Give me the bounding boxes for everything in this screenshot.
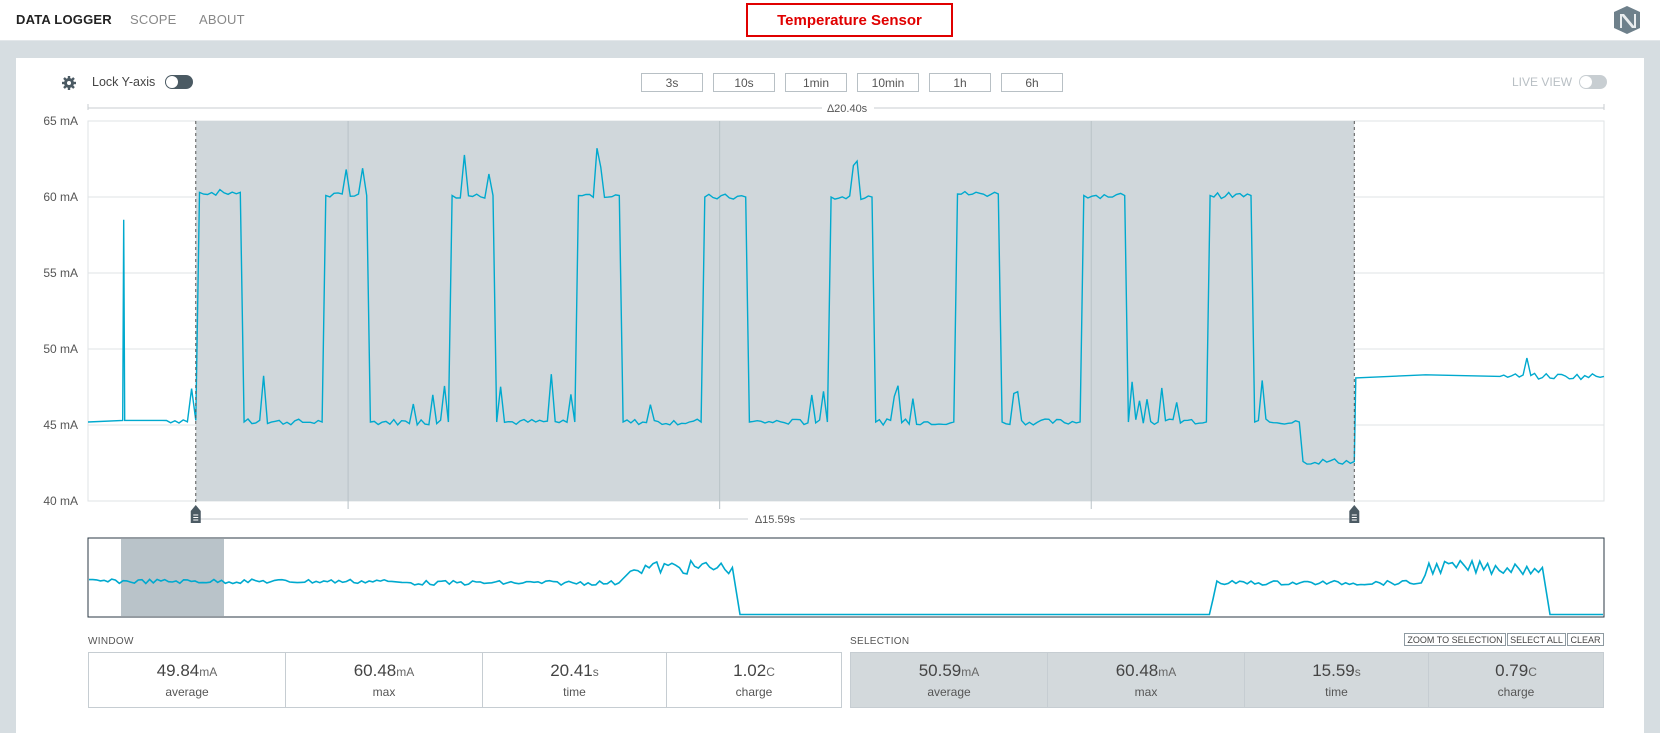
right-handle-icon[interactable] <box>1349 505 1360 523</box>
selection-stats-label: SELECTION <box>850 636 910 647</box>
clear-button[interactable]: CLEAR <box>1567 633 1604 646</box>
y-tick-label: 50 mA <box>43 342 78 356</box>
window-stats-label: WINDOW <box>88 636 134 647</box>
select-all-button[interactable]: SELECT ALL <box>1507 633 1566 646</box>
stat-value: 60.48 <box>353 661 397 680</box>
selection-average-cell: 50.59mA average <box>851 653 1048 707</box>
selection-region[interactable] <box>195 121 1355 501</box>
y-tick-label: 55 mA <box>43 266 78 280</box>
window-time-cell: 20.41s time <box>483 653 667 707</box>
stat-unit: mA <box>199 665 218 679</box>
y-tick-label: 40 mA <box>43 494 78 508</box>
stat-caption: charge <box>1497 685 1535 699</box>
stat-value: 49.84 <box>156 661 200 680</box>
selection-delta-label: Δ15.59s <box>755 514 796 526</box>
stat-unit: mA <box>1158 665 1177 679</box>
stat-caption: time <box>563 685 586 699</box>
stat-unit: s <box>1354 665 1361 679</box>
left-handle-icon[interactable] <box>190 505 201 523</box>
window-delta-label: Δ20.40s <box>827 103 868 115</box>
window-average-cell: 49.84mA average <box>89 653 286 707</box>
stat-caption: average <box>927 685 971 699</box>
window-stats: 49.84mA average 60.48mA max 20.41s time … <box>88 652 842 708</box>
stat-value: 15.59 <box>1312 661 1355 680</box>
y-tick-label: 45 mA <box>43 418 78 432</box>
stat-caption: charge <box>735 685 773 699</box>
overview-window-region[interactable] <box>121 539 224 616</box>
y-tick-label: 60 mA <box>43 190 78 204</box>
selection-max-cell: 60.48mA max <box>1048 653 1245 707</box>
zoom-to-selection-button[interactable]: ZOOM TO SELECTION <box>1404 633 1506 646</box>
selection-stats: 50.59mA average 60.48mA max 15.59s time … <box>850 652 1604 708</box>
stat-value: 50.59 <box>918 661 962 680</box>
stat-caption: max <box>372 685 396 699</box>
y-tick-label: 65 mA <box>43 114 78 128</box>
stat-caption: time <box>1325 685 1348 699</box>
stat-unit: C <box>766 665 775 679</box>
window-charge-cell: 1.02C charge <box>667 653 841 707</box>
stat-value: 20.41 <box>550 661 593 680</box>
stat-value: 1.02 <box>733 661 767 680</box>
stat-unit: mA <box>961 665 980 679</box>
stat-value: 60.48 <box>1115 661 1159 680</box>
stat-caption: average <box>165 685 209 699</box>
selection-time-cell: 15.59s time <box>1245 653 1429 707</box>
stat-value: 0.79 <box>1495 661 1529 680</box>
overview-chart[interactable] <box>87 537 1605 618</box>
window-max-cell: 60.48mA max <box>286 653 483 707</box>
stat-unit: C <box>1528 665 1537 679</box>
stat-unit: mA <box>396 665 415 679</box>
stat-caption: max <box>1134 685 1158 699</box>
selection-charge-cell: 0.79C charge <box>1429 653 1603 707</box>
stat-unit: s <box>592 665 599 679</box>
main-chart[interactable]: 65 mA 60 mA 55 mA 50 mA 45 mA 40 mA Δ20.40s Δ… <box>0 0 1660 733</box>
